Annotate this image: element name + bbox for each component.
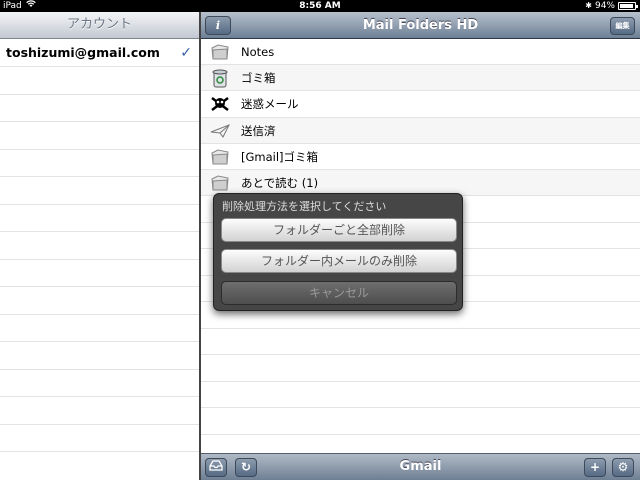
status-right: ✱ 94% xyxy=(585,0,638,12)
accounts-header: アカウント xyxy=(0,12,199,39)
folder-label: ゴミ箱 xyxy=(241,71,276,86)
folder-label: 送信済 xyxy=(241,123,276,138)
delete-mail-only-button[interactable]: フォルダー内メールのみ削除 xyxy=(221,249,457,273)
app-title: Mail Folders HD xyxy=(362,18,479,33)
folder-label: [Gmail]ゴミ箱 xyxy=(241,149,319,164)
bluetooth-icon: ✱ xyxy=(585,1,592,10)
status-time: 8:56 AM xyxy=(299,1,341,11)
add-folder-button[interactable]: + xyxy=(584,458,606,477)
empty-row xyxy=(0,370,199,397)
folder-row-sent[interactable]: 送信済 xyxy=(201,117,640,144)
gear-icon: ⚙ xyxy=(617,460,629,474)
action-sheet-title: 削除処理方法を選択してください xyxy=(222,200,387,213)
empty-row xyxy=(0,67,199,95)
account-email: toshizumi@gmail.com xyxy=(6,45,160,60)
plus-icon: + xyxy=(589,460,601,474)
empty-row xyxy=(0,315,199,342)
account-empty-rows xyxy=(0,67,199,452)
empty-row xyxy=(0,232,199,260)
paper-plane-icon xyxy=(209,121,231,141)
account-title: Gmail xyxy=(399,459,442,474)
empty-row xyxy=(0,397,199,425)
empty-row xyxy=(0,150,199,177)
battery-icon xyxy=(618,2,638,10)
checkmark-icon: ✓ xyxy=(180,45,192,61)
delete-folder-button[interactable]: フォルダーごと全部削除 xyxy=(221,218,457,242)
folder-row-spam[interactable]: 迷惑メール xyxy=(201,91,640,118)
folder-row-trash[interactable]: ゴミ箱 xyxy=(201,65,640,92)
folder-icon xyxy=(209,173,231,193)
folder-icon xyxy=(209,147,231,167)
empty-row xyxy=(0,342,199,370)
empty-row xyxy=(0,95,199,122)
folder-row-notes[interactable]: Notes xyxy=(201,39,640,66)
status-bar: iPad 8:56 AM ✱ 94% xyxy=(0,0,640,12)
accounts-pane: アカウント toshizumi@gmail.com ✓ xyxy=(0,12,199,480)
cancel-button[interactable]: キャンセル xyxy=(221,281,457,305)
empty-row xyxy=(201,408,640,435)
skull-icon xyxy=(209,94,231,114)
empty-row xyxy=(201,382,640,409)
empty-row xyxy=(0,260,199,287)
bottom-toolbar: ↻ Gmail + ⚙ xyxy=(201,453,640,480)
settings-button[interactable]: ⚙ xyxy=(612,458,634,477)
edit-button[interactable]: 編集 xyxy=(610,17,635,35)
empty-row xyxy=(201,329,640,356)
folder-icon xyxy=(209,42,231,62)
empty-row xyxy=(0,205,199,232)
delete-action-sheet: 削除処理方法を選択してください フォルダーごと全部削除 フォルダー内メールのみ削… xyxy=(213,193,463,311)
empty-row xyxy=(0,287,199,315)
empty-row xyxy=(0,177,199,205)
folders-navbar: i Mail Folders HD 編集 xyxy=(201,12,640,39)
folder-label: Notes xyxy=(241,45,275,59)
folder-label: 迷惑メール xyxy=(241,97,299,112)
account-row[interactable]: toshizumi@gmail.com ✓ xyxy=(0,39,199,67)
empty-row xyxy=(201,355,640,382)
folder-row-gmail-trash[interactable]: [Gmail]ゴミ箱 xyxy=(201,144,640,170)
empty-row xyxy=(0,425,199,452)
battery-percent: 94% xyxy=(594,1,615,11)
empty-row xyxy=(0,122,199,150)
trash-icon xyxy=(209,68,231,88)
